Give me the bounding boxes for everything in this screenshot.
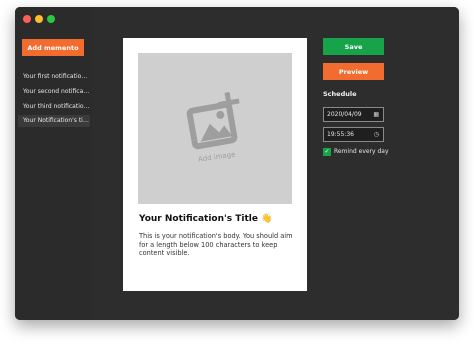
sidebar-item-memento-2[interactable]: Your second notificat... xyxy=(18,86,90,98)
schedule-heading: Schedule xyxy=(323,90,357,98)
notification-body: This is your notification's body. You sh… xyxy=(139,232,293,258)
notification-preview-card: Add image Your Notification's Title 👋 Th… xyxy=(123,38,307,291)
image-plus-icon xyxy=(186,91,240,150)
image-placeholder[interactable]: Add image xyxy=(138,53,292,204)
date-field[interactable]: 2020/04/09 ▦ xyxy=(323,107,384,122)
notification-title-text: Your Notification's Title xyxy=(139,214,258,224)
date-value: 2020/04/09 xyxy=(327,111,362,118)
close-window-button[interactable] xyxy=(23,15,31,23)
sidebar-item-memento-3[interactable]: Your third notification... xyxy=(18,101,90,113)
time-value: 19:55:36 xyxy=(327,131,354,138)
add-memento-button[interactable]: Add memento xyxy=(22,39,84,56)
waving-hand-icon: 👋 xyxy=(261,214,273,224)
main-panel: Add image Your Notification's Title 👋 Th… xyxy=(92,7,459,320)
time-field[interactable]: 19:55:36 ◷ xyxy=(323,127,384,142)
notification-title: Your Notification's Title 👋 xyxy=(139,214,272,224)
save-button[interactable]: Save xyxy=(323,38,384,55)
app-window: Add memento Your first notification... Y… xyxy=(15,7,459,320)
sidebar: Add memento Your first notification... Y… xyxy=(15,7,92,320)
sidebar-item-memento-1[interactable]: Your first notification... xyxy=(18,71,90,83)
clock-icon[interactable]: ◷ xyxy=(374,128,379,141)
maximize-window-button[interactable] xyxy=(47,15,55,23)
check-icon: ✓ xyxy=(324,148,330,155)
sidebar-item-memento-4[interactable]: Your Notification's tit... xyxy=(18,115,90,127)
calendar-icon[interactable]: ▦ xyxy=(373,108,379,121)
remind-every-day-checkbox[interactable]: ✓ xyxy=(323,148,331,156)
remind-every-day-label[interactable]: Remind every day xyxy=(334,148,389,156)
preview-button[interactable]: Preview xyxy=(323,63,384,80)
minimize-window-button[interactable] xyxy=(35,15,43,23)
